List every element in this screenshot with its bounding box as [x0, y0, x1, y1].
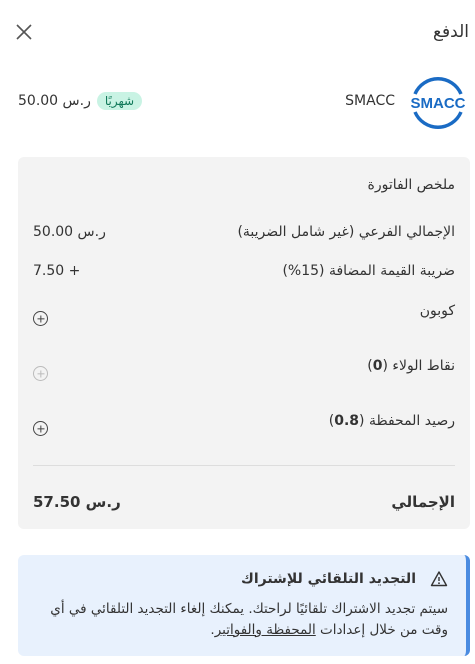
- product-row: SMACC SMACC 50.00 ر.س شهريًا: [0, 70, 475, 136]
- smacc-logo: SMACC: [411, 77, 466, 129]
- logo-text: SMACC: [411, 95, 466, 112]
- total-label: الإجمالي: [391, 493, 455, 511]
- add-loyalty-plus-icon: [33, 366, 48, 381]
- loyalty-label: نقاط الولاء (0): [367, 358, 455, 374]
- invoice-summary: ملخص الفاتورة الإجمالي الفرعي (غير شامل …: [18, 157, 470, 529]
- notice-text: سيتم تجديد الاشتراك تلقائيًا لراحتك. يمك…: [50, 601, 448, 638]
- product-price: 50.00 ر.س: [18, 93, 91, 109]
- subtotal-label: الإجمالي الفرعي (غير شامل الضريبة): [237, 224, 455, 240]
- add-wallet-plus-icon[interactable]: [33, 421, 48, 436]
- summary-divider: [33, 465, 455, 466]
- close-icon[interactable]: [12, 20, 36, 44]
- add-coupon-plus-icon[interactable]: [33, 311, 48, 326]
- summary-heading: ملخص الفاتورة: [367, 177, 456, 193]
- wallet-invoices-link[interactable]: المحفظة والفواتير: [215, 622, 316, 638]
- wallet-label: رصيد المحفظة (0.8): [328, 413, 455, 429]
- subtotal-value: 50.00 ر.س: [33, 224, 106, 240]
- vat-value: 7.50 +: [33, 263, 81, 279]
- billing-cycle-badge: شهريًا: [96, 92, 143, 110]
- vat-label: ضريبة القيمة المضافة (15%): [282, 263, 455, 279]
- warning-icon: [430, 571, 448, 587]
- coupon-label: كوبون: [419, 303, 455, 319]
- total-value: 57.50 ر.س: [33, 493, 121, 511]
- notice-title: التجديد التلقائي للإشتراك: [241, 571, 416, 587]
- page-title: الدفع: [432, 22, 469, 42]
- wallet-value: 0.8: [334, 413, 360, 429]
- product-name: SMACC: [345, 93, 395, 109]
- auto-renewal-notice: التجديد التلقائي للإشتراك سيتم تجديد الا…: [18, 555, 470, 656]
- price-line: 50.00 ر.س شهريًا: [18, 92, 143, 110]
